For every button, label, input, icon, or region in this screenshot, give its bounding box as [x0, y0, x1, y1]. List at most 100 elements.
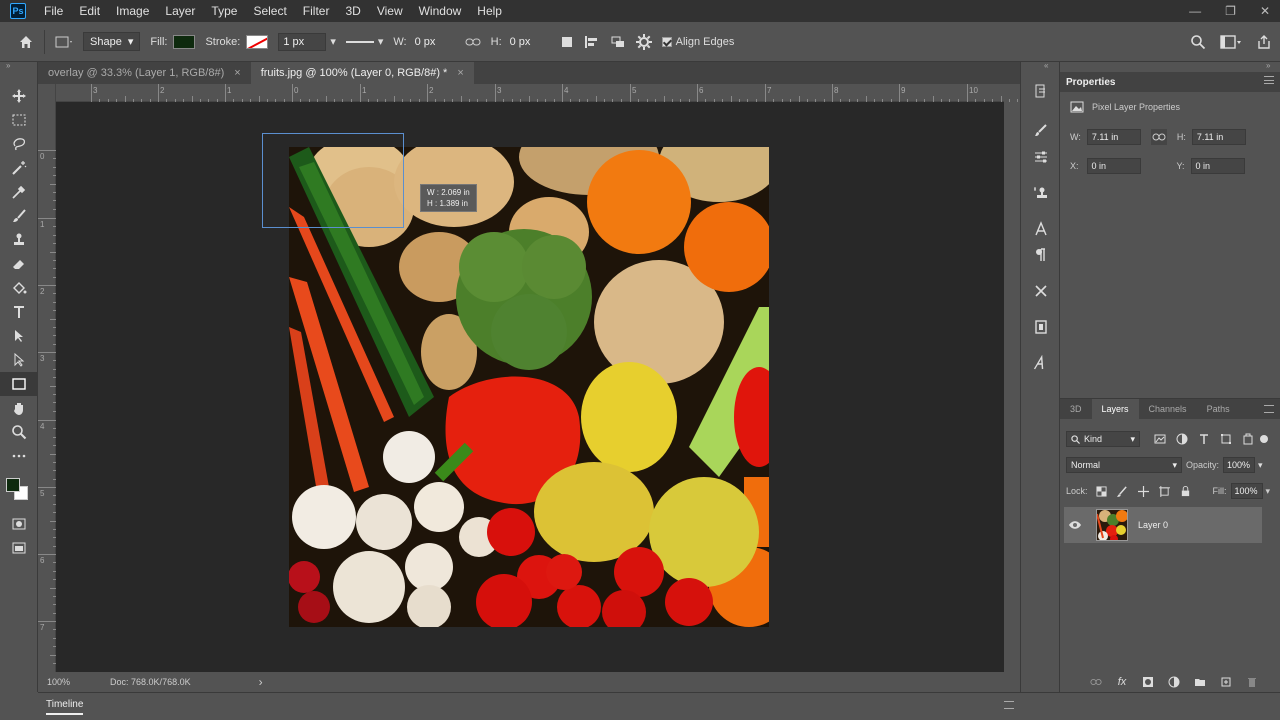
lock-position-icon[interactable]	[1137, 485, 1149, 497]
quick-selection-tool[interactable]	[0, 156, 38, 180]
tab-overlay[interactable]: overlay @ 33.3% (Layer 1, RGB/8#) ×	[38, 62, 251, 84]
zoom-level[interactable]: 100%	[47, 677, 70, 687]
menu-edit[interactable]: Edit	[71, 4, 108, 18]
path-operations-icon[interactable]	[560, 35, 574, 49]
brush-tool[interactable]	[0, 204, 38, 228]
timeline-tab[interactable]: Timeline	[46, 699, 84, 715]
panel-menu-icon[interactable]	[1004, 701, 1014, 709]
tab-paths[interactable]: Paths	[1197, 404, 1240, 414]
minimize-icon[interactable]: —	[1189, 4, 1201, 18]
rectangle-tool[interactable]	[0, 372, 38, 396]
hand-tool[interactable]	[0, 396, 38, 420]
delete-layer-icon[interactable]	[1246, 676, 1258, 688]
path-arrangement-icon[interactable]	[610, 35, 626, 49]
tab-layers[interactable]: Layers	[1091, 399, 1139, 419]
menu-window[interactable]: Window	[411, 4, 470, 18]
foreground-color[interactable]	[6, 478, 20, 492]
more-tools[interactable]	[0, 444, 38, 468]
direct-selection-tool[interactable]	[0, 348, 38, 372]
blend-mode-dropdown[interactable]: Normal ▾	[1066, 457, 1182, 473]
new-group-icon[interactable]	[1194, 676, 1206, 688]
restore-icon[interactable]: ❐	[1225, 4, 1236, 18]
lock-all-icon[interactable]	[1180, 485, 1191, 497]
menu-type[interactable]: Type	[203, 4, 245, 18]
mode-dropdown[interactable]: Shape ▾	[83, 32, 141, 51]
chevron-down-icon[interactable]: ▾	[330, 35, 336, 48]
stroke-swatch[interactable]	[246, 34, 269, 49]
prop-height-input[interactable]: 7.11 in	[1191, 128, 1246, 145]
opacity-input[interactable]: 100%	[1223, 457, 1256, 473]
zoom-tool[interactable]	[0, 420, 38, 444]
canvas-area[interactable]: W : 2.069 in H : 1.389 in	[56, 102, 1004, 672]
menu-help[interactable]: Help	[469, 4, 510, 18]
eye-icon[interactable]	[1068, 520, 1082, 530]
collapse-toolbar-icon[interactable]: »	[6, 61, 10, 70]
path-selection-tool[interactable]	[0, 324, 38, 348]
close-window-icon[interactable]: ✕	[1260, 4, 1270, 18]
libraries-button[interactable]	[1021, 314, 1061, 340]
gear-icon[interactable]	[635, 33, 652, 50]
shape-filter-icon[interactable]	[1220, 433, 1232, 445]
path-alignment-icon[interactable]	[584, 35, 600, 49]
fill-swatch[interactable]	[173, 34, 196, 49]
stroke-type-dropdown[interactable]: ▾	[345, 35, 383, 48]
lasso-tool[interactable]	[0, 132, 38, 156]
paint-bucket-tool[interactable]	[0, 276, 38, 300]
link-icon[interactable]	[465, 36, 481, 48]
new-layer-icon[interactable]	[1220, 676, 1232, 688]
tool-preset-picker[interactable]	[55, 35, 73, 49]
brush-settings-button[interactable]	[1021, 118, 1061, 144]
width-input[interactable]: 0 px	[411, 34, 455, 50]
move-tool[interactable]	[0, 84, 38, 108]
collapse-panels-icon[interactable]: «	[1044, 61, 1048, 70]
stroke-width-input[interactable]: 1 px	[278, 32, 327, 51]
color-swatches[interactable]	[0, 468, 38, 512]
menu-select[interactable]: Select	[245, 4, 294, 18]
properties-title[interactable]: Properties	[1066, 77, 1115, 88]
panel-menu-icon[interactable]	[1264, 76, 1274, 84]
filter-kind-dropdown[interactable]: Kind ▾	[1066, 431, 1140, 447]
tool-presets-button[interactable]	[1021, 278, 1061, 304]
tab-channels[interactable]: Channels	[1139, 404, 1197, 414]
lock-transparency-icon[interactable]	[1095, 485, 1107, 497]
chevron-down-icon[interactable]: ▾	[1266, 486, 1271, 497]
layer-style-icon[interactable]: fx	[1116, 676, 1128, 688]
quick-mask-button[interactable]	[0, 512, 38, 536]
panel-menu-icon[interactable]	[1264, 405, 1274, 413]
glyphs-button[interactable]	[1021, 350, 1061, 376]
type-filter-icon[interactable]	[1198, 433, 1210, 445]
align-edges-checkbox[interactable]: Align Edges	[661, 36, 734, 48]
add-mask-icon[interactable]	[1142, 676, 1154, 688]
share-icon[interactable]	[1256, 34, 1272, 50]
adjustment-layer-icon[interactable]	[1168, 676, 1180, 688]
height-input[interactable]: 0 px	[506, 34, 550, 50]
adjustment-filter-icon[interactable]	[1176, 433, 1188, 445]
workspace-icon[interactable]	[1220, 34, 1242, 50]
eyedropper-tool[interactable]	[0, 180, 38, 204]
search-icon[interactable]	[1190, 34, 1206, 50]
prop-y-input[interactable]: 0 in	[1190, 157, 1245, 174]
menu-layer[interactable]: Layer	[157, 4, 203, 18]
home-icon[interactable]	[18, 34, 34, 50]
menu-view[interactable]: View	[369, 4, 411, 18]
menu-image[interactable]: Image	[108, 4, 157, 18]
stamp-panel-button[interactable]	[1021, 180, 1061, 206]
eraser-tool[interactable]	[0, 252, 38, 276]
prop-width-input[interactable]: 7.11 in	[1086, 128, 1141, 145]
fill-input[interactable]: 100%	[1230, 483, 1263, 499]
filter-toggle[interactable]	[1260, 435, 1268, 443]
layer-row[interactable]: Layer 0	[1064, 507, 1262, 543]
close-icon[interactable]: ×	[457, 67, 463, 79]
stamp-tool[interactable]	[0, 228, 38, 252]
text-tool[interactable]	[0, 300, 38, 324]
collapse-panels-icon[interactable]: »	[1266, 61, 1270, 70]
link-layers-icon[interactable]	[1090, 676, 1102, 688]
link-icon[interactable]	[1150, 128, 1167, 145]
adjustments-button[interactable]	[1021, 144, 1061, 170]
chevron-down-icon[interactable]: ▾	[1258, 460, 1263, 471]
paragraph-panel-button[interactable]	[1021, 242, 1061, 268]
lock-artboard-icon[interactable]	[1158, 485, 1170, 497]
character-panel-button[interactable]	[1021, 216, 1061, 242]
layer-name[interactable]: Layer 0	[1138, 520, 1168, 530]
menu-file[interactable]: File	[36, 4, 71, 18]
